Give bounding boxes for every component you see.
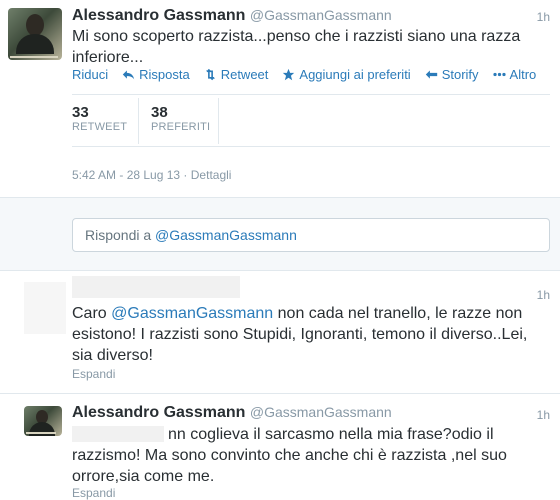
retweet-icon [205, 68, 215, 81]
storify-label: Storify [441, 67, 479, 82]
favorite-count: 38 [151, 104, 168, 121]
tweet-timestamp-row: 5:42 AM - 28 Lug 13 · Dettagli [72, 168, 231, 182]
stats-separator [138, 98, 139, 144]
reply-area-bottom-divider [0, 270, 560, 271]
reply-2-author-handle[interactable]: @GassmanGassmann [250, 404, 392, 420]
author-avatar[interactable] [8, 8, 62, 60]
reply-2-avatar[interactable] [24, 406, 62, 436]
reply-placeholder: Rispondi a [85, 227, 156, 243]
reply-1-mention[interactable]: @GassmanGassmann [111, 305, 273, 322]
reply-input[interactable]: Rispondi a @GassmanGassmann [72, 218, 550, 252]
details-link[interactable]: Dettagli [191, 168, 232, 182]
reply-icon [122, 70, 135, 80]
reply-area: Rispondi a @GassmanGassmann [0, 198, 560, 270]
retweet-stat[interactable]: 33 RETWEET [72, 104, 127, 133]
main-tweet-text: Mi sono scoperto razzista...penso che i … [72, 28, 521, 66]
author-name[interactable]: Alessandro Gassmann [72, 7, 245, 24]
reply-2-text-line-1: nn coglieva il sarcasmo nella mia frase?… [168, 426, 494, 443]
favorite-stat[interactable]: 38 PREFERITI [151, 104, 210, 133]
more-label: Altro [509, 67, 537, 82]
more-dots-icon [492, 72, 506, 77]
avatar-caption-strip [10, 56, 58, 58]
reply-2-header: Alessandro Gassmann @GassmanGassmann [72, 404, 392, 422]
retweet-stat-label: RETWEET [72, 121, 128, 133]
tweet-time[interactable]: 1h [537, 10, 550, 24]
favorite-stat-label: PREFERITI [151, 121, 211, 133]
retweet-count: 33 [72, 104, 89, 121]
reply-button[interactable]: Risposta [122, 67, 190, 82]
star-icon [283, 68, 295, 81]
favorite-label: Aggiungi ai preferiti [299, 67, 411, 82]
timestamp-separator: · [183, 168, 188, 182]
storify-button[interactable]: Storify [425, 67, 479, 82]
reply-2-avatar-caption-strip [26, 432, 56, 434]
reply-1-expand-link[interactable]: Espandi [72, 367, 115, 381]
reply-2-author-name[interactable]: Alessandro Gassmann [72, 404, 245, 421]
reply-label: Risposta [139, 67, 190, 82]
redacted-username [72, 276, 240, 298]
reply-2-text-body: razzismo! Ma sono convinto che anche chi… [72, 447, 507, 485]
more-button[interactable]: Altro [492, 67, 537, 82]
retweet-label: Retweet [220, 67, 269, 82]
tweet-actions: Riduci Risposta Retweet Aggiungi ai pref… [72, 67, 536, 82]
tweet-timestamp[interactable]: 5:42 AM - 28 Lug 13 [72, 168, 180, 182]
main-tweet-header: Alessandro Gassmann @GassmanGassmann [72, 7, 392, 25]
redacted-avatar[interactable] [24, 282, 66, 334]
reply-1-bottom-divider [0, 393, 560, 394]
reply-1-time[interactable]: 1h [537, 288, 550, 302]
favorite-button[interactable]: Aggiungi ai preferiti [282, 67, 411, 82]
reply-1-text: Caro @GassmanGassmann non cada nel trane… [72, 303, 542, 366]
redacted-mention [72, 426, 164, 442]
retweet-button[interactable]: Retweet [204, 67, 269, 82]
stats-top-divider [72, 94, 550, 95]
reply-placeholder-mention: @GassmanGassmann [155, 227, 297, 243]
reply-2-time[interactable]: 1h [537, 408, 550, 422]
storify-arrow-icon [425, 70, 437, 79]
author-handle[interactable]: @GassmanGassmann [250, 7, 392, 23]
stats-bottom-divider [72, 146, 550, 147]
collapse-label: Riduci [72, 67, 109, 82]
collapse-link[interactable]: Riduci [72, 67, 108, 82]
avatar-figure-body [16, 34, 54, 54]
avatar-figure [26, 14, 44, 36]
reply-1-text-prefix: Caro [72, 305, 112, 322]
stats-separator-2 [218, 98, 219, 144]
